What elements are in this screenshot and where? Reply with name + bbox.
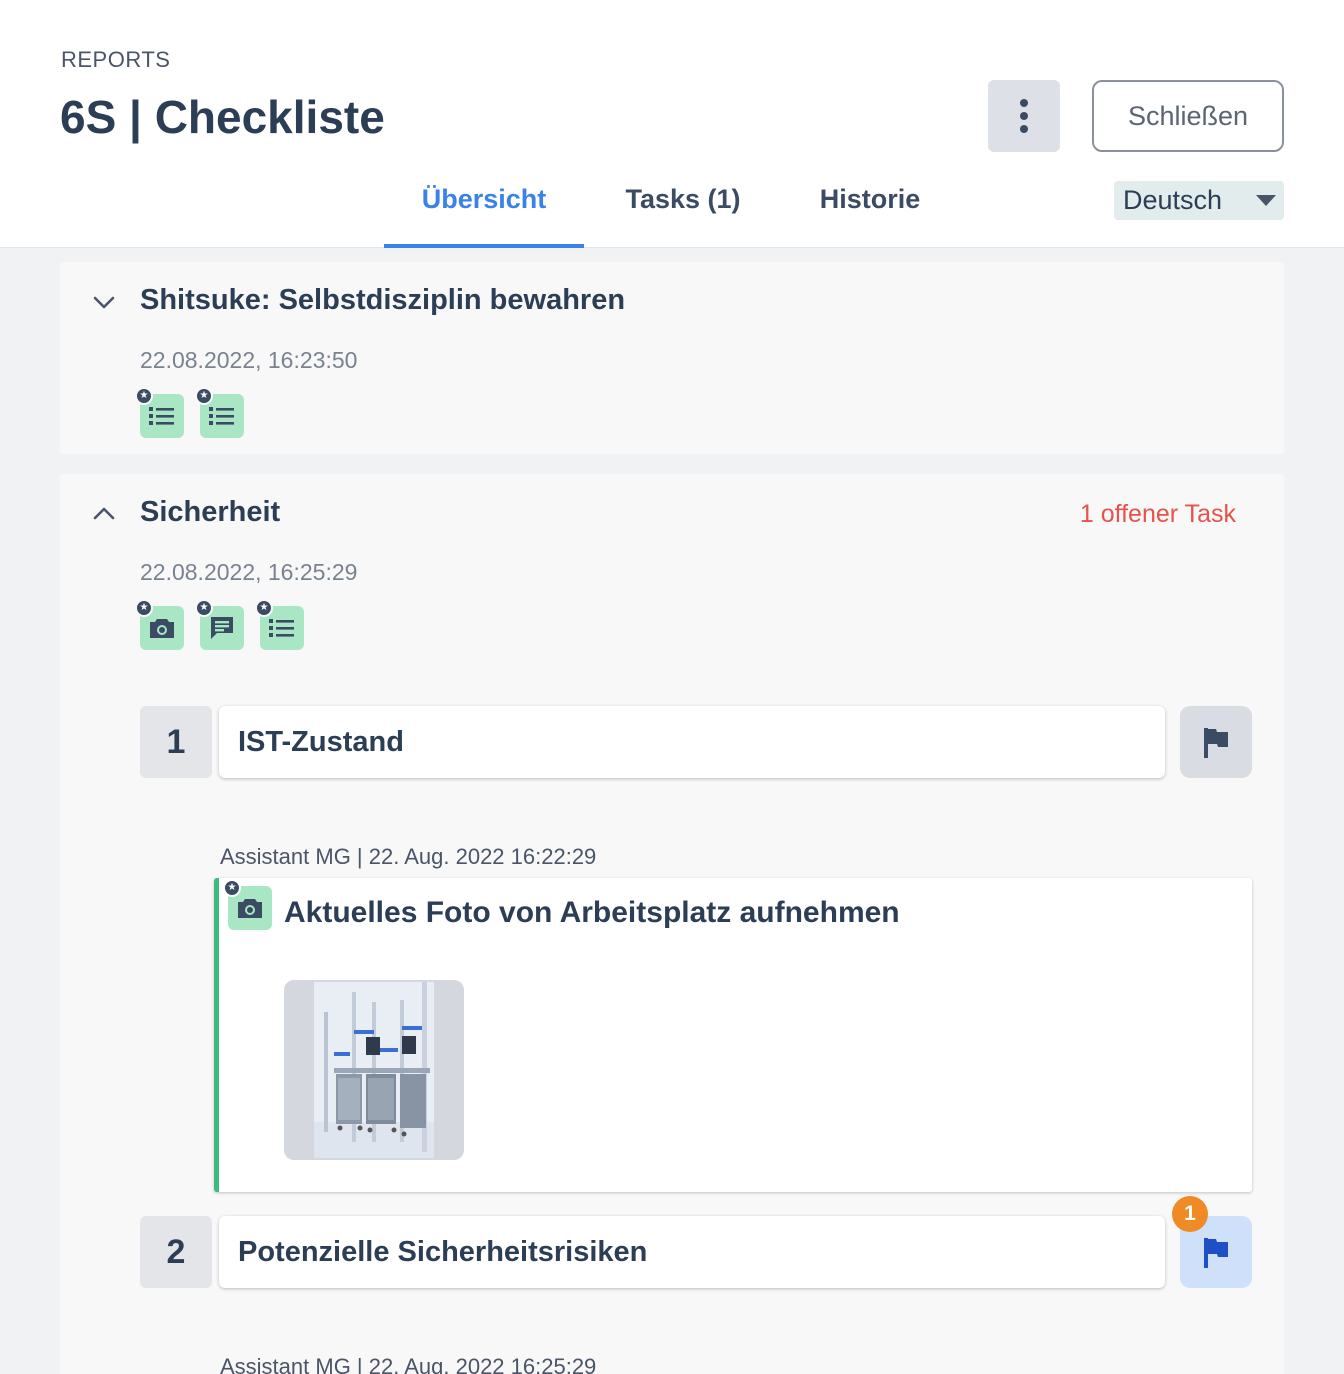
star-icon: ★ [195,387,213,405]
star-icon: ★ [195,599,213,617]
chevron-up-icon[interactable] [91,500,117,526]
camera-icon [238,899,262,918]
more-options-button[interactable] [988,80,1060,152]
checklist-icon [149,407,174,425]
section-date: 22.08.2022, 16:25:29 [140,559,358,585]
more-vertical-icon-dot [1020,125,1028,133]
language-select[interactable]: Deutsch [1114,181,1284,220]
language-select-value: Deutsch [1123,185,1223,215]
question-field[interactable]: Potenzielle Sicherheitsrisiken [219,1216,1165,1288]
tab-history[interactable]: Historie [790,180,950,248]
question-number: 2 [140,1216,212,1288]
section-card-shitsuke: Shitsuke: Selbstdisziplin bewahren 22.08… [60,262,1284,454]
camera-icon [150,619,174,638]
checklist-icon [209,407,234,425]
section-title[interactable]: Sicherheit [140,496,280,529]
section-date: 22.08.2022, 16:23:50 [140,347,358,373]
chevron-down-icon[interactable] [91,290,117,316]
star-icon: ★ [255,599,273,617]
close-button[interactable]: Schließen [1092,80,1284,152]
star-icon: ★ [223,879,241,897]
comment-icon [211,617,233,639]
star-icon: ★ [135,387,153,405]
flag-icon [1204,1238,1228,1268]
workstation-photo [314,982,434,1158]
question-field[interactable]: IST-Zustand [219,706,1165,778]
tab-tasks[interactable]: Tasks (1) [596,180,770,248]
tab-overview[interactable]: Übersicht [384,180,584,248]
star-icon: ★ [135,599,153,617]
comment-badge: ★ [195,599,244,650]
photo-thumbnail[interactable] [284,980,464,1160]
report-header: REPORTS 6S | Checkliste Schließen Übersi… [0,0,1344,248]
checklist-icon [269,619,294,637]
page-title: 6S | Checkliste [60,91,385,143]
flag-icon [1204,728,1228,758]
open-tasks-link[interactable]: 1 offener Task [1080,500,1236,529]
task-count-badge: 1 [1172,1196,1208,1232]
camera-badge: ★ [135,599,184,650]
more-vertical-icon-dot [1020,112,1028,120]
more-vertical-icon [1020,99,1028,107]
question-number: 1 [140,706,212,778]
workstation-illustration [314,982,434,1158]
checklist-badge: ★ [195,387,244,438]
answer-title: Aktuelles Foto von Arbeitsplatz aufnehme… [284,896,900,929]
caret-down-icon [1256,195,1276,206]
answer-meta: Assistant MG | 22. Aug. 2022 16:25:29 [220,1354,597,1374]
camera-badge: ★ [223,879,272,930]
checklist-badge: ★ [135,387,184,438]
section-title[interactable]: Shitsuke: Selbstdisziplin bewahren [140,284,625,317]
breadcrumb[interactable]: REPORTS [61,47,170,73]
checklist-badge: ★ [255,599,304,650]
create-task-button[interactable] [1180,706,1252,778]
answer-meta: Assistant MG | 22. Aug. 2022 16:22:29 [220,844,597,869]
